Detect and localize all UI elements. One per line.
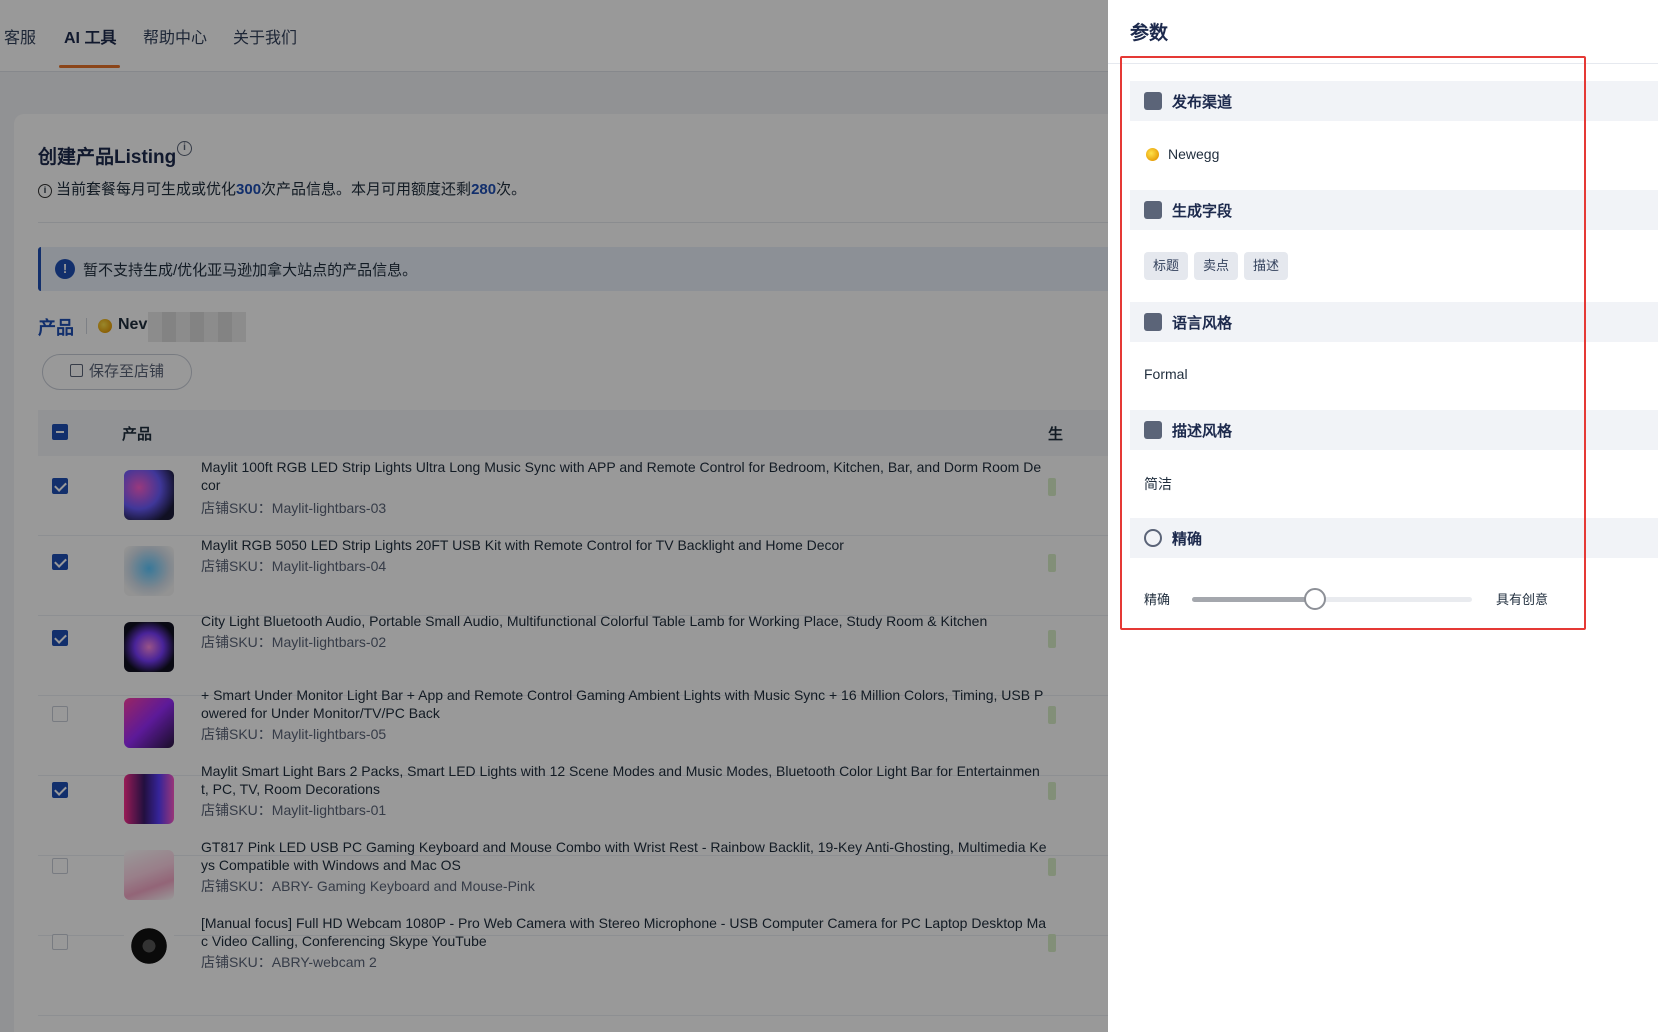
field-tag-description: 描述 — [1244, 252, 1289, 280]
slider-fill — [1192, 597, 1316, 602]
field-tag-title: 标题 — [1144, 252, 1189, 280]
section-description-style: 描述风格 — [1130, 410, 1658, 450]
section-label: 精确 — [1172, 531, 1203, 548]
channel-value: Newegg — [1168, 146, 1220, 162]
slider-min-label: 精确 — [1144, 592, 1171, 607]
section-language-style: 语言风格 — [1130, 302, 1658, 342]
language-style-value: Formal — [1144, 366, 1188, 382]
section-precision: 精确 — [1130, 518, 1658, 558]
modal-overlay[interactable] — [0, 0, 1108, 1032]
star-icon — [1144, 313, 1162, 331]
text-lines-icon — [1144, 421, 1162, 439]
description-style-value: 简洁 — [1144, 476, 1172, 492]
section-label: 语言风格 — [1172, 315, 1233, 332]
section-label: 描述风格 — [1172, 423, 1233, 440]
section-channel: 发布渠道 — [1130, 81, 1658, 121]
precision-slider[interactable] — [1192, 588, 1472, 610]
drawer-title: 参数 — [1130, 23, 1169, 44]
list-icon — [1144, 201, 1162, 219]
lightbulb-icon — [1144, 529, 1162, 547]
parameters-drawer: 参数 发布渠道 Newegg 生成字段 标题 卖点 描述 语言风格 Formal… — [1108, 0, 1658, 1032]
slider-handle[interactable] — [1304, 588, 1327, 610]
section-fields: 生成字段 — [1130, 190, 1658, 230]
newegg-logo-icon — [1146, 148, 1159, 161]
store-icon — [1144, 92, 1162, 110]
divider — [1108, 63, 1658, 64]
field-tag-selling-points: 卖点 — [1194, 252, 1239, 280]
slider-max-label: 具有创意 — [1496, 592, 1549, 607]
section-label: 发布渠道 — [1172, 94, 1233, 111]
section-label: 生成字段 — [1172, 203, 1233, 220]
